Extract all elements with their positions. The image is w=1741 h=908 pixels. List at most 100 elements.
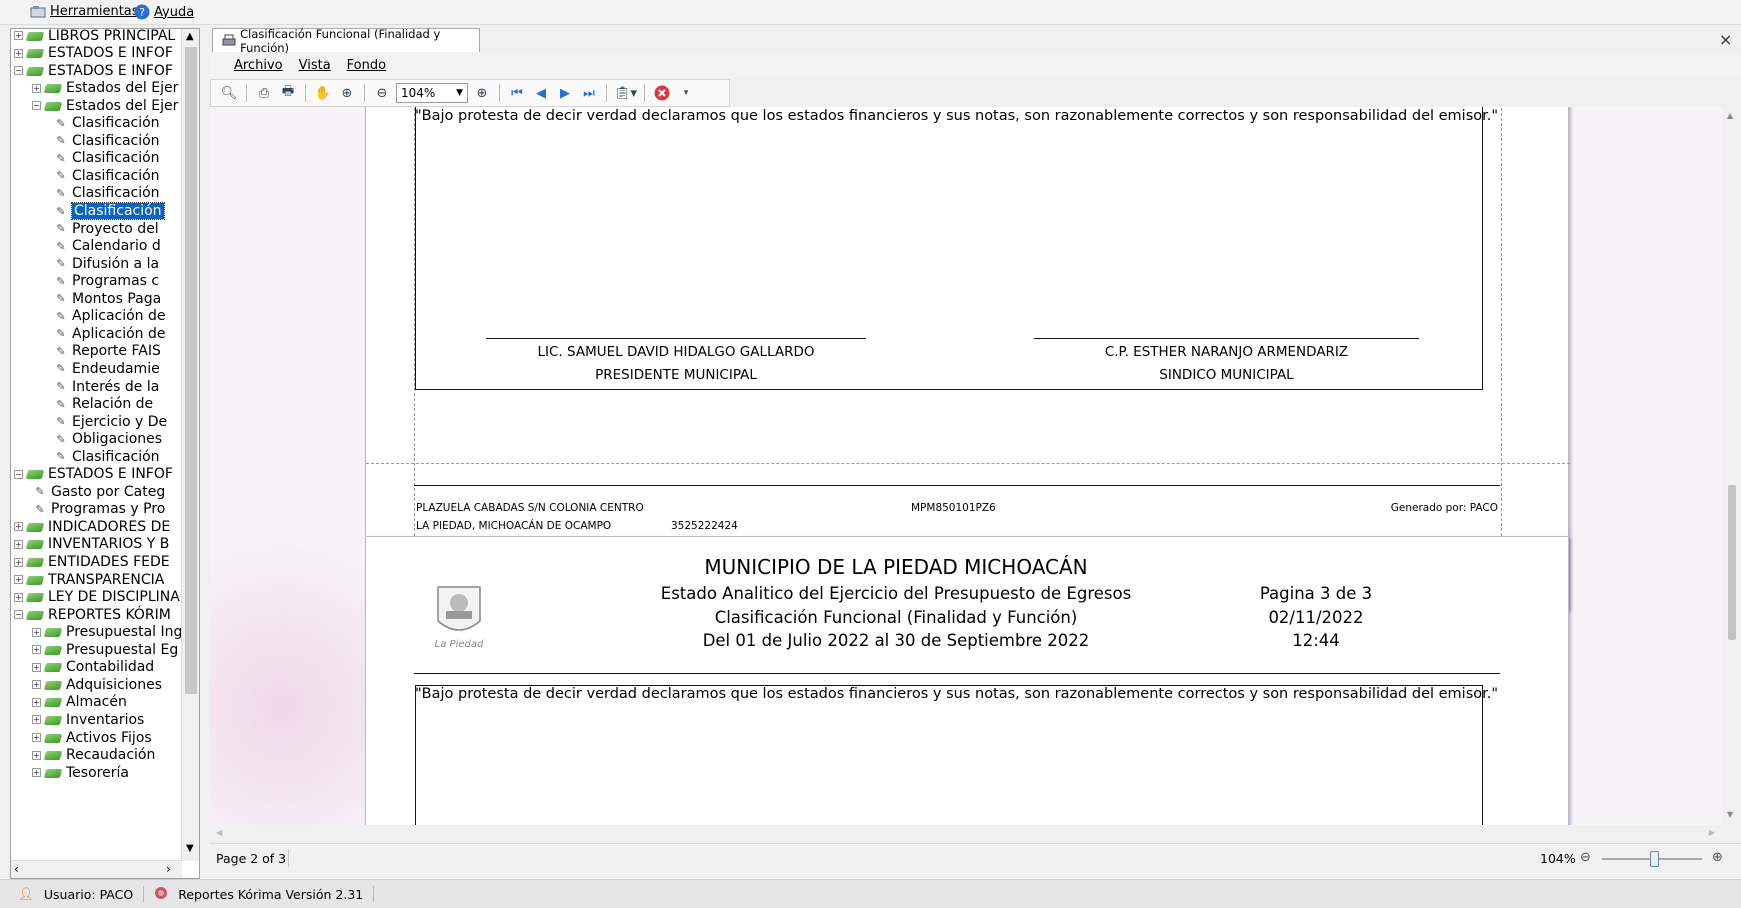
tree-item[interactable]: ✎ Clasificación (53, 114, 159, 133)
close-preview-icon[interactable] (652, 83, 672, 103)
zoom-in-icon[interactable]: ⊕ (1712, 850, 1723, 865)
viewer-horizontal-scrollbar[interactable]: ◀ ▶ (210, 825, 1723, 843)
menu-vista[interactable]: Vista (299, 58, 331, 73)
collapse-icon[interactable]: − (32, 101, 41, 111)
tree-item[interactable]: + ESTADOS E INFOF (14, 44, 173, 63)
tree-horizontal-scrollbar[interactable]: ‹ › (11, 860, 182, 878)
tree-item[interactable]: ✎ Programas y Pro (32, 500, 165, 519)
tree-item[interactable]: + LEY DE DISCIPLINA (14, 588, 180, 607)
tree-item[interactable]: − REPORTES KÓRIM (14, 605, 171, 624)
tree-item[interactable]: + Presupuestal Ing (32, 623, 182, 642)
close-tab-icon[interactable]: × (1719, 30, 1732, 49)
scroll-up-icon[interactable]: ▲ (1727, 111, 1733, 120)
expand-icon[interactable]: + (32, 768, 41, 778)
tree-item[interactable]: + LIBROS PRINCIPAL (14, 29, 175, 45)
tree-item[interactable]: ✎ Endeudamie (53, 359, 159, 378)
tree-item[interactable]: + Activos Fijos (32, 728, 152, 747)
first-page-icon[interactable]: ⏮ (507, 83, 527, 103)
magnifier-icon[interactable]: ⊕ (337, 83, 357, 103)
expand-icon[interactable]: + (14, 522, 23, 532)
tree-item[interactable]: ✎ Aplicación de (53, 324, 165, 343)
tree-item[interactable]: + Almacén (32, 693, 127, 712)
last-page-icon[interactable]: ⏭ (579, 83, 599, 103)
tree-item[interactable]: ✎ Interés de la (53, 377, 159, 396)
tree-item[interactable]: ✎ Clasificación (53, 131, 159, 150)
tree-item[interactable]: ✎ Montos Paga (53, 289, 161, 308)
tree-item[interactable]: + Recaudación (32, 746, 155, 765)
tree-item[interactable]: ✎ Ejercicio y De (53, 412, 167, 431)
hand-tool-icon[interactable]: ✋ (313, 83, 333, 103)
expand-icon[interactable]: + (14, 592, 23, 602)
tree-item[interactable]: + Adquisiciones (32, 675, 162, 694)
tree-item[interactable]: + Estados del Ejer (32, 79, 178, 98)
tree-item[interactable]: + Inventarios (32, 710, 144, 729)
tree-item[interactable]: ✎ Reporte FAIS (53, 342, 160, 361)
previous-page-icon[interactable]: ◀ (531, 83, 551, 103)
tree-item[interactable]: + Contabilidad (32, 658, 154, 677)
expand-icon[interactable]: + (32, 733, 41, 742)
tree-item[interactable]: + INVENTARIOS Y B (14, 535, 169, 554)
scroll-left-icon[interactable]: ◀ (216, 828, 222, 837)
expand-icon[interactable]: + (32, 750, 41, 760)
tree-item[interactable]: ✎ Calendario d (53, 237, 160, 256)
scroll-left-icon[interactable]: ‹ (14, 862, 19, 876)
zoom-in-icon[interactable]: ⊕ (472, 83, 492, 103)
tree-item[interactable]: ✎ Relación de (53, 395, 153, 414)
expand-icon[interactable]: + (32, 715, 41, 725)
tree-item[interactable]: − Estados del Ejer (32, 96, 178, 115)
expand-icon[interactable]: + (32, 627, 41, 637)
tree-item[interactable]: ✎ Programas c (53, 272, 159, 291)
expand-icon[interactable]: + (14, 575, 23, 585)
tree-item[interactable]: ✎ Clasificación (53, 447, 159, 466)
menu-archivo[interactable]: Archivo (234, 58, 283, 73)
expand-icon[interactable]: + (14, 539, 23, 549)
zoom-out-icon[interactable]: ⊖ (1580, 850, 1591, 865)
scroll-up-icon[interactable]: ▲ (186, 31, 194, 42)
scroll-down-icon[interactable]: ▼ (1727, 810, 1733, 819)
tree-item[interactable]: + INDICADORES DE (14, 517, 170, 536)
expand-icon[interactable]: + (14, 31, 23, 40)
toolbar-overflow-icon[interactable]: ▾ (676, 83, 696, 103)
zoom-out-icon[interactable]: ⊖ (372, 83, 392, 103)
tree-scroll-thumb[interactable] (185, 47, 197, 694)
export-icon[interactable]: 📋︎▾ (614, 83, 637, 103)
tree-item[interactable]: ✎ Clasificación (53, 166, 159, 185)
expand-icon[interactable]: + (32, 680, 41, 690)
expand-icon[interactable]: + (14, 557, 23, 567)
print-setup-icon[interactable]: ⎙ (254, 83, 274, 103)
collapse-icon[interactable]: − (14, 610, 23, 620)
tree-item[interactable]: + Tesorería (32, 763, 129, 782)
expand-icon[interactable]: + (32, 645, 41, 655)
tree-item[interactable]: ✎ Gasto por Categ (32, 482, 165, 501)
next-page-icon[interactable]: ▶ (555, 83, 575, 103)
tree-vertical-scrollbar[interactable]: ▲ ▼ (181, 29, 199, 861)
tree-item[interactable]: ✎ Difusión a la (53, 254, 159, 273)
tree-item[interactable]: ✎ Clasificación (53, 184, 159, 203)
tree-item[interactable]: + TRANSPARENCIA (14, 570, 164, 589)
tree-item[interactable]: ✎ Clasificación (53, 202, 165, 221)
menu-herramientas[interactable]: Herramientas (30, 4, 139, 19)
collapse-icon[interactable]: − (14, 469, 23, 479)
expand-icon[interactable]: + (14, 48, 23, 58)
report-viewer[interactable]: "Bajo protesta de decir verdad declaramo… (210, 107, 1723, 825)
collapse-icon[interactable]: − (14, 66, 23, 76)
report-tree[interactable]: + LIBROS PRINCIPAL + ESTADOS E INFOF − ESTADO… (10, 28, 200, 879)
zoom-select[interactable]: 104% ▼ (396, 83, 468, 103)
menu-fondo[interactable]: Fondo (347, 58, 386, 73)
tree-item[interactable]: ✎ Clasificación (53, 149, 159, 168)
scroll-right-icon[interactable]: ▶ (1709, 828, 1715, 837)
viewer-scroll-thumb[interactable] (1728, 485, 1736, 640)
tree-item[interactable]: ✎ Proyecto del (53, 219, 158, 238)
menu-ayuda[interactable]: ? Ayuda (134, 4, 194, 20)
tab-clasificacion-funcional[interactable]: Clasificación Funcional (Finalidad y Fun… (212, 27, 480, 55)
find-icon[interactable]: 🔍︎ (219, 83, 239, 103)
tree-item[interactable]: − ESTADOS E INFOF (14, 61, 173, 80)
scroll-down-icon[interactable]: ▼ (186, 843, 194, 854)
expand-icon[interactable]: + (32, 662, 41, 672)
tree-item[interactable]: ✎ Obligaciones (53, 430, 162, 449)
tree-item[interactable]: − ESTADOS E INFOF (14, 465, 173, 484)
zoom-slider-thumb[interactable] (1650, 851, 1659, 867)
scroll-right-icon[interactable]: › (166, 862, 171, 876)
tree-item[interactable]: ✎ Aplicación de (53, 307, 165, 326)
viewer-vertical-scrollbar[interactable]: ▲ ▼ (1723, 107, 1741, 825)
